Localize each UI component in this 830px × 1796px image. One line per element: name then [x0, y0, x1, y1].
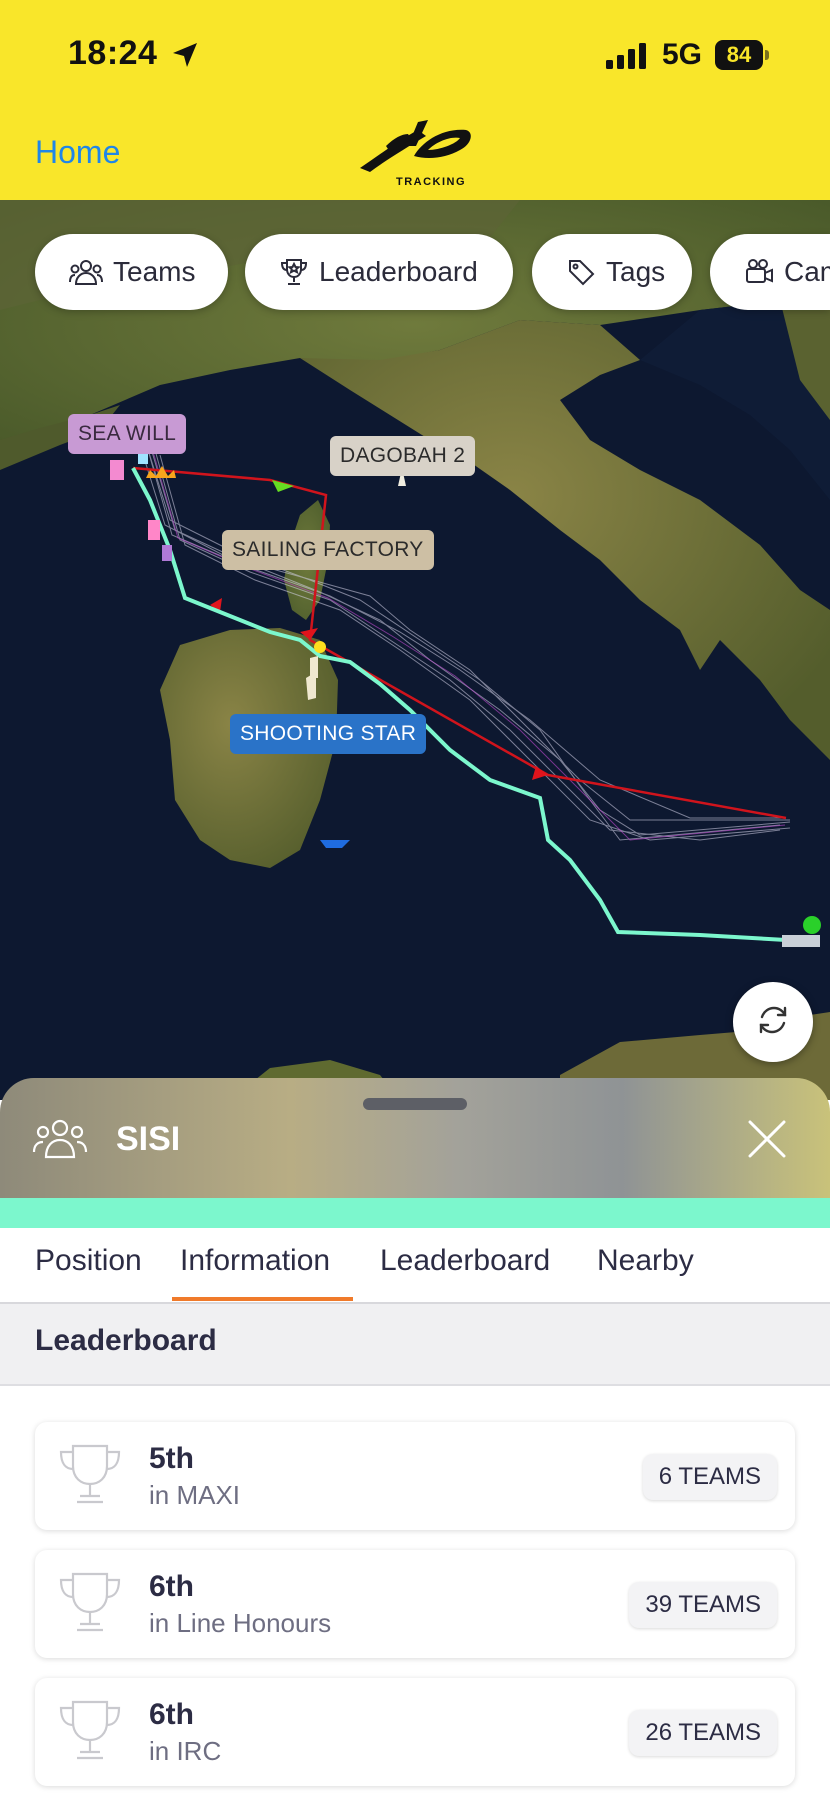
refresh-map-button[interactable] — [733, 982, 813, 1062]
tag-icon — [566, 257, 596, 287]
boat-label-sea-will[interactable]: SEA WILL — [68, 414, 187, 454]
tab-information[interactable]: Information — [180, 1244, 330, 1278]
battery-icon: 84 — [715, 40, 769, 70]
status-time: 18:24 — [68, 34, 158, 72]
ranking-card[interactable]: 6th in Line Honours 39 TEAMS — [35, 1550, 795, 1658]
chip-label: Cameras — [784, 256, 830, 287]
active-tab-indicator — [172, 1297, 353, 1301]
trophy-icon — [55, 1698, 125, 1769]
battery-level: 84 — [715, 40, 763, 70]
rank-position: 5th — [149, 1442, 194, 1475]
camera-icon — [744, 257, 774, 287]
users-icon — [69, 258, 103, 286]
close-icon[interactable] — [746, 1118, 788, 1165]
trophy-icon — [279, 257, 309, 287]
tab-leaderboard[interactable]: Leaderboard — [380, 1244, 550, 1278]
rank-position: 6th — [149, 1698, 194, 1731]
tab-position[interactable]: Position — [35, 1244, 142, 1278]
chip-label: Teams — [113, 256, 196, 287]
rank-class: in MAXI — [149, 1480, 241, 1510]
app-header: 18:24 5G 84 Home TRACKING — [0, 0, 830, 200]
home-link[interactable]: Home — [35, 134, 120, 171]
rank-class: in IRC — [149, 1736, 222, 1766]
chip-label: Tags — [606, 256, 666, 287]
cellular-signal-icon — [606, 43, 650, 74]
rank-class: in Line Honours — [149, 1608, 332, 1638]
team-name: SISI — [116, 1120, 181, 1158]
map-filter-chips: Teams Leaderboard Tags Ca — [0, 234, 830, 310]
chip-teams[interactable]: Teams — [35, 234, 228, 310]
status-bar: 18:24 5G 84 — [0, 0, 830, 110]
team-count-badge[interactable]: 26 TEAMS — [629, 1710, 777, 1756]
race-tracks-overlay — [110, 439, 821, 947]
ranking-card[interactable]: 6th in IRC 26 TEAMS — [35, 1678, 795, 1786]
rankings-list: 5th in MAXI 6 TEAMS 6th in Line Honours … — [0, 1386, 830, 1796]
team-count-badge[interactable]: 6 TEAMS — [642, 1454, 777, 1500]
team-tabs: Position Information Leaderboard Nearby — [0, 1228, 830, 1304]
rank-position: 6th — [149, 1570, 194, 1603]
boat-label-sailing-factory[interactable]: SAILING FACTORY — [222, 530, 434, 570]
refresh-icon — [755, 1002, 791, 1043]
team-users-icon — [32, 1116, 88, 1165]
location-arrow-icon — [170, 40, 200, 75]
chip-tags[interactable]: Tags — [532, 234, 692, 310]
yb-tracking-logo: TRACKING — [356, 116, 476, 192]
boat-label-dagobah-2[interactable]: DAGOBAH 2 — [330, 436, 476, 476]
logo-subtitle: TRACKING — [396, 176, 467, 188]
trophy-icon — [55, 1442, 125, 1513]
sheet-drag-handle[interactable] — [363, 1098, 467, 1110]
network-type: 5G — [662, 38, 703, 71]
chip-cameras[interactable]: Cameras — [710, 234, 830, 310]
tab-nearby[interactable]: Nearby — [597, 1244, 694, 1278]
section-title: Leaderboard — [35, 1324, 217, 1357]
ranking-card[interactable]: 5th in MAXI 6 TEAMS — [35, 1422, 795, 1530]
chip-label: Leaderboard — [319, 256, 478, 287]
team-sheet-header[interactable]: SISI — [0, 1078, 830, 1198]
boat-label-shooting-star[interactable]: SHOOTING STAR — [230, 714, 427, 754]
leaderboard-section-header: Leaderboard — [0, 1304, 830, 1386]
chip-leaderboard[interactable]: Leaderboard — [245, 234, 513, 310]
race-map[interactable]: Teams Leaderboard Tags Ca SEA WILL DAGOB… — [0, 200, 830, 1100]
team-color-bar — [0, 1198, 830, 1228]
trophy-icon — [55, 1570, 125, 1641]
team-count-badge[interactable]: 39 TEAMS — [629, 1582, 777, 1628]
